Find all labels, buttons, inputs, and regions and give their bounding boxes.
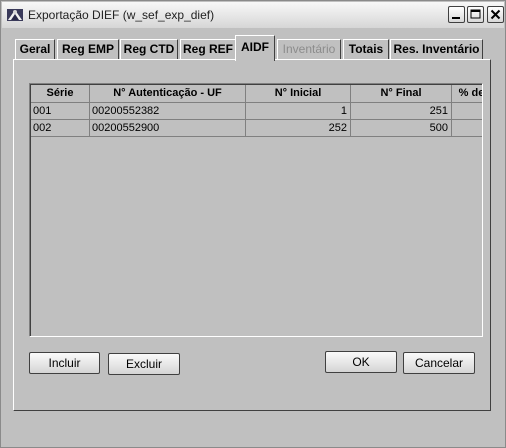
incluir-button[interactable]: Incluir [29, 352, 100, 374]
col-header-autenticacao[interactable]: N° Autenticação - UF [90, 85, 246, 103]
window-title: Exportação DIEF (w_sef_exp_dief) [28, 8, 215, 22]
dialog-window: Exportação DIEF (w_sef_exp_dief) Geral R… [0, 0, 506, 448]
cell-percent[interactable] [452, 103, 482, 120]
tab-aidf[interactable]: AIDF [235, 35, 275, 61]
cell-final[interactable]: 500 [351, 120, 452, 137]
tab-res-inventario[interactable]: Res. Inventário [390, 39, 483, 59]
cell-serie[interactable]: 001 [31, 103, 90, 120]
minimize-icon [452, 17, 460, 19]
tab-reg-ctd[interactable]: Reg CTD [120, 39, 178, 59]
col-header-percent[interactable]: % de [452, 85, 482, 103]
ok-button[interactable]: OK [325, 351, 397, 373]
cell-inicial[interactable]: 1 [246, 103, 351, 120]
tab-geral[interactable]: Geral [15, 39, 55, 59]
cell-percent[interactable] [452, 120, 482, 137]
minimize-button[interactable] [448, 6, 465, 23]
title-bar[interactable]: Exportação DIEF (w_sef_exp_dief) [2, 2, 504, 28]
aidf-grid[interactable]: Série N° Autenticação - UF N° Inicial N°… [29, 83, 483, 337]
excluir-button[interactable]: Excluir [108, 353, 180, 375]
cancelar-button[interactable]: Cancelar [403, 352, 475, 374]
cell-autenticacao[interactable]: 00200552900 [90, 120, 246, 137]
cell-serie[interactable]: 002 [31, 120, 90, 137]
cell-final[interactable]: 251 [351, 103, 452, 120]
col-header-serie[interactable]: Série [31, 85, 90, 103]
maximize-icon [470, 9, 481, 19]
application-icon[interactable] [6, 6, 24, 24]
tab-reg-ref[interactable]: Reg REF [180, 39, 236, 59]
cell-inicial[interactable]: 252 [246, 120, 351, 137]
cell-autenticacao[interactable]: 00200552382 [90, 103, 246, 120]
tab-reg-emp[interactable]: Reg EMP [57, 39, 119, 59]
tab-totais[interactable]: Totais [343, 39, 389, 59]
col-header-inicial[interactable]: N° Inicial [246, 85, 351, 103]
maximize-button[interactable] [467, 6, 484, 23]
grid-body: Série N° Autenticação - UF N° Inicial N°… [30, 84, 482, 336]
close-button[interactable] [487, 6, 504, 23]
close-icon [490, 9, 501, 20]
col-header-final[interactable]: N° Final [351, 85, 452, 103]
tab-inventario: Inventário [277, 39, 341, 59]
